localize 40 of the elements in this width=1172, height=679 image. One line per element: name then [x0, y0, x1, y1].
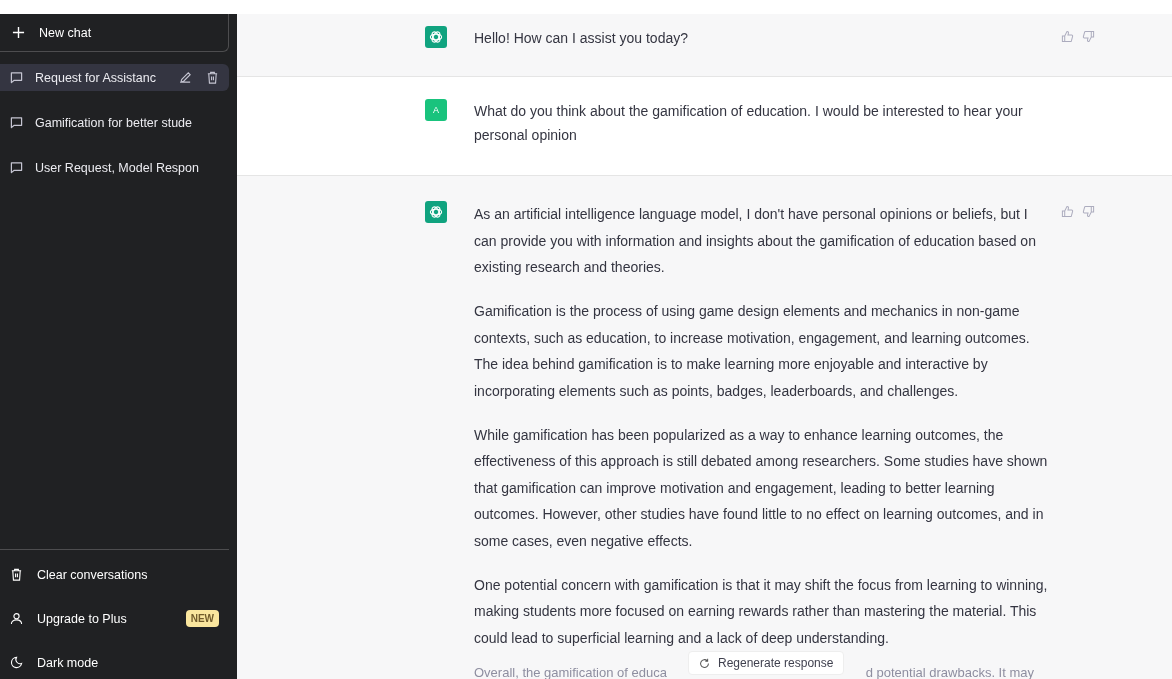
assistant-logo-icon	[425, 201, 447, 223]
message-text: Hello! How can I assist you today?	[474, 29, 689, 48]
trash-icon[interactable]	[206, 71, 219, 84]
conversation-item[interactable]: Gamification for better stude	[0, 109, 229, 136]
moon-icon	[10, 656, 23, 669]
chat-bubble-icon	[10, 71, 23, 84]
message-text: d potential drawbacks. It may	[865, 663, 1034, 679]
regenerate-response-button[interactable]: Regenerate response	[688, 651, 845, 675]
sidebar-menu-item[interactable]: Clear conversations	[0, 562, 229, 587]
message-text: While gamification has been popularized as a way to enhance learning outcomes, the effectiveness of this approach is still debated among researchers. Some studies have shown that gamification can improve motivation and engagement, leading to better learning outcomes. However, other studies have found little to no effect on learning outcomes, and in some cases, even negative effects.	[474, 425, 1049, 551]
message-text: As an artificial intelligence language model, I don't have personal opinions or beliefs, but I can provide you with information and insights about the gamification of education based on existing research and theories.	[474, 205, 1037, 277]
user-avatar: A	[425, 99, 447, 121]
message-text: One potential concern with gamification is that it may shift the focus from learning to winning, making students more focused on earning rewards rather than mastering the material. This could lead to superficial learning and a lack of deep understanding.	[474, 575, 1049, 648]
assistant-logo-icon	[425, 26, 447, 48]
pencil-icon[interactable]	[179, 71, 192, 84]
chat-bubble-icon	[10, 161, 23, 174]
conversation-title: Gamification for better stude	[35, 115, 194, 130]
sidebar-menu-item[interactable]: Upgrade to Plus NEW	[0, 606, 229, 631]
user-icon	[10, 612, 23, 625]
conversation-title: Request for Assistanc	[35, 70, 157, 85]
conversation-title: User Request, Model Respon	[35, 160, 200, 175]
thumbs-up-icon[interactable]	[1061, 30, 1074, 43]
thumbs-down-icon[interactable]	[1082, 205, 1095, 218]
trash-icon	[10, 568, 23, 581]
menu-label: Dark mode	[37, 655, 100, 670]
menu-label: Clear conversations	[37, 567, 149, 582]
new-chat-button[interactable]: New chat	[0, 14, 229, 52]
message-text: What do you think about the gamification of education. I would be interested to hear your personal opinion	[474, 102, 1024, 145]
plus-icon	[12, 26, 25, 39]
conversation-item[interactable]: User Request, Model Respon	[0, 154, 229, 181]
menu-label: Upgrade to Plus	[37, 611, 128, 626]
message-text: Gamification is the process of using game design elements and mechanics in non-game contexts, such as education, to increase motivation, engagement, and learning outcomes. The idea behind gamification is to make learning more enjoyable and interactive by incorporating elements such as points, badges, leaderboards, and challenges.	[474, 302, 1031, 401]
thumbs-up-icon[interactable]	[1061, 205, 1074, 218]
refresh-icon	[699, 657, 710, 669]
new-badge: NEW	[185, 610, 219, 627]
message-text: Overall, the gamification of educa	[474, 663, 667, 679]
thumbs-down-icon[interactable]	[1082, 30, 1095, 43]
chat-bubble-icon	[10, 116, 23, 129]
conversation-item[interactable]: Request for Assistanc	[0, 64, 229, 91]
sidebar-menu-item[interactable]: Dark mode	[0, 650, 229, 675]
